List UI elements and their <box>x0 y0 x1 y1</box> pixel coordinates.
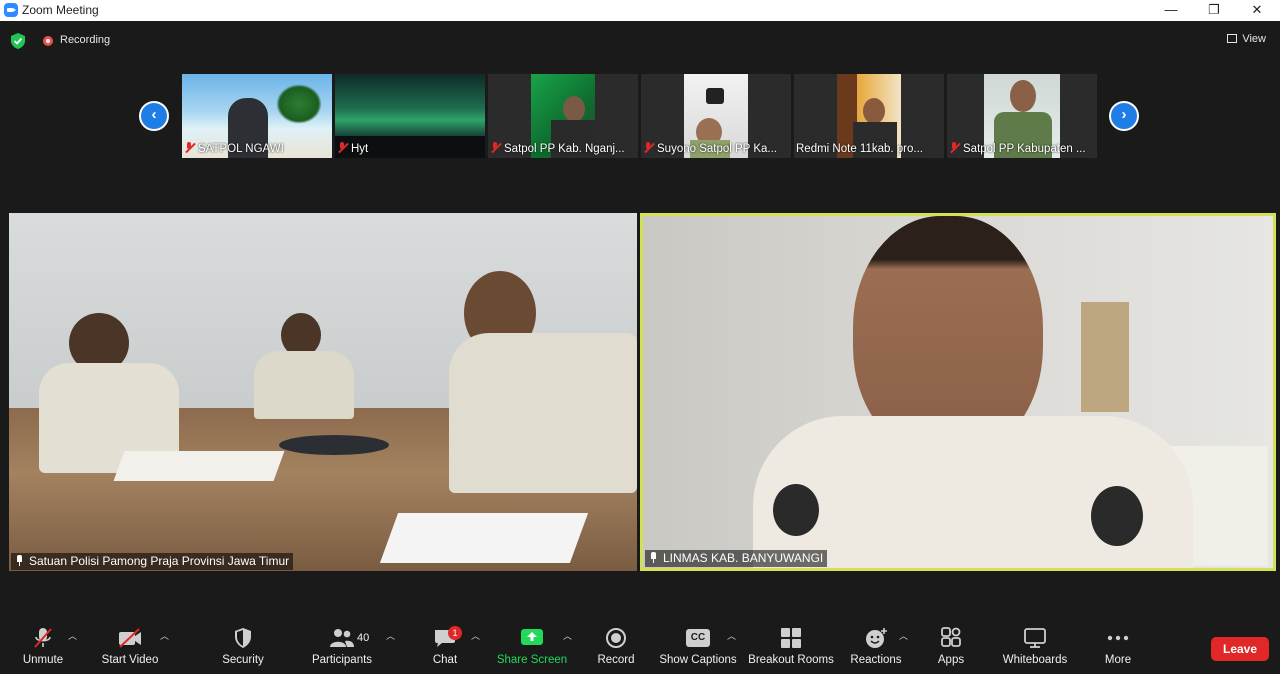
video-tile-left[interactable]: Satuan Polisi Pamong Praja Provinsi Jawa… <box>9 213 637 571</box>
participant-thumbnail[interactable]: SATPOL NGAWI <box>182 74 332 158</box>
security-shield-icon <box>235 628 251 648</box>
participants-button[interactable]: Participants <box>312 620 372 674</box>
grid-view-icon <box>1227 34 1238 43</box>
microphone-muted-icon <box>34 628 52 648</box>
pin-icon <box>15 555 24 566</box>
participant-name-label: Suyono Satpol PP Ka... <box>643 142 789 157</box>
apps-icon <box>941 627 961 647</box>
participant-name-label: Redmi Note 11kab. pro... <box>796 143 923 155</box>
meeting-toolbar: Unmute ︿ Start Video ︿ Security Particip… <box>0 620 1280 674</box>
closed-captions-icon: CC <box>686 629 710 647</box>
view-label: View <box>1242 33 1266 45</box>
share-screen-button[interactable]: Share Screen <box>497 620 567 674</box>
show-captions-button[interactable]: CC Show Captions <box>659 620 737 674</box>
conference-phone <box>279 435 389 455</box>
document <box>113 451 285 481</box>
title-bar: Zoom Meeting — ❐ ✕ <box>0 0 1280 21</box>
recording-status[interactable]: Recording <box>60 34 110 46</box>
document <box>379 513 589 563</box>
reactions-options-caret-icon[interactable]: ︿ <box>899 632 909 641</box>
minimize-button[interactable]: — <box>1149 0 1193 21</box>
participant-name-label: SATPOL NGAWI <box>184 142 330 157</box>
participant-thumbnail[interactable]: Satpol PP Kabupaten ... <box>947 74 1097 158</box>
chat-label: Chat <box>432 654 458 666</box>
breakout-rooms-grid-icon <box>781 628 801 648</box>
window-title: Zoom Meeting <box>22 3 99 17</box>
breakout-rooms-button[interactable]: Breakout Rooms <box>748 620 834 674</box>
chat-options-caret-icon[interactable]: ︿ <box>471 632 481 641</box>
video-options-caret-icon[interactable]: ︿ <box>160 632 170 641</box>
leave-meeting-button[interactable]: Leave <box>1211 637 1269 661</box>
share-options-caret-icon[interactable]: ︿ <box>563 632 573 641</box>
more-label: More <box>1104 654 1132 666</box>
video-tile-name-label: Satuan Polisi Pamong Praja Provinsi Jawa… <box>11 553 294 570</box>
whiteboard-icon <box>1024 628 1046 648</box>
encryption-shield-icon[interactable] <box>11 33 25 49</box>
close-button[interactable]: ✕ <box>1235 0 1279 21</box>
person-uniform <box>449 333 637 493</box>
next-page-arrow-icon[interactable]: › <box>1109 101 1139 131</box>
show-captions-label: Show Captions <box>659 654 737 666</box>
shoulder-badge <box>773 484 819 536</box>
restore-button[interactable]: ❐ <box>1192 0 1236 21</box>
captions-options-caret-icon[interactable]: ︿ <box>727 632 737 641</box>
video-camera-off-icon <box>119 628 141 648</box>
view-button[interactable]: View <box>1227 33 1266 45</box>
pin-icon <box>649 552 658 563</box>
participant-thumbnail[interactable]: Suyono Satpol PP Ka... <box>641 74 791 158</box>
participant-name-label: Satpol PP Kabupaten ... <box>949 142 1095 157</box>
participants-label: Participants <box>311 654 373 666</box>
muted-mic-icon <box>490 142 501 153</box>
cabinet <box>1081 302 1129 412</box>
unmute-button[interactable]: Unmute <box>23 620 63 674</box>
video-tile-right-active-speaker[interactable]: LINMAS KAB. BANYUWANGI <box>640 213 1276 571</box>
video-tile-name-label: LINMAS KAB. BANYUWANGI <box>645 550 828 567</box>
recording-indicator-icon <box>43 36 53 46</box>
more-button[interactable]: More <box>1098 620 1138 674</box>
participants-options-caret-icon[interactable]: ︿ <box>386 632 396 641</box>
shoulder-badge <box>1091 486 1143 546</box>
apps-button[interactable]: Apps <box>931 620 971 674</box>
security-label: Security <box>222 654 264 666</box>
audio-options-caret-icon[interactable]: ︿ <box>68 632 78 641</box>
participant-thumbnail[interactable]: Satpol PP Kab. Nganj... <box>488 74 638 158</box>
meeting-top-bar: Recording View <box>0 21 1280 61</box>
muted-mic-icon <box>643 142 654 153</box>
participants-icon <box>330 629 354 647</box>
reactions-smiley-icon <box>866 628 887 648</box>
muted-mic-icon <box>184 142 195 153</box>
person-uniform <box>254 351 354 419</box>
security-button[interactable]: Security <box>222 620 264 674</box>
muted-mic-icon <box>949 142 960 153</box>
participant-name-label: Hyt <box>337 142 483 157</box>
share-screen-arrow-icon <box>521 629 543 645</box>
more-dots-icon <box>1107 635 1129 641</box>
record-icon <box>606 628 626 648</box>
participant-name-label: Satpol PP Kab. Nganj... <box>490 142 636 157</box>
chat-unread-badge: 1 <box>448 626 462 640</box>
previous-page-arrow-icon[interactable]: ‹ <box>139 101 169 131</box>
record-button[interactable]: Record <box>596 620 636 674</box>
muted-mic-icon <box>337 142 348 153</box>
reactions-button[interactable]: Reactions <box>850 620 902 674</box>
zoom-app-icon <box>4 3 18 17</box>
whiteboards-button[interactable]: Whiteboards <box>1003 620 1067 674</box>
start-video-button[interactable]: Start Video <box>102 620 158 674</box>
start-video-label: Start Video <box>101 654 159 666</box>
participant-thumbnail[interactable]: Hyt <box>335 74 485 158</box>
participant-thumbnail[interactable]: Redmi Note 11kab. pro... <box>794 74 944 158</box>
participants-count: 40 <box>357 632 370 644</box>
